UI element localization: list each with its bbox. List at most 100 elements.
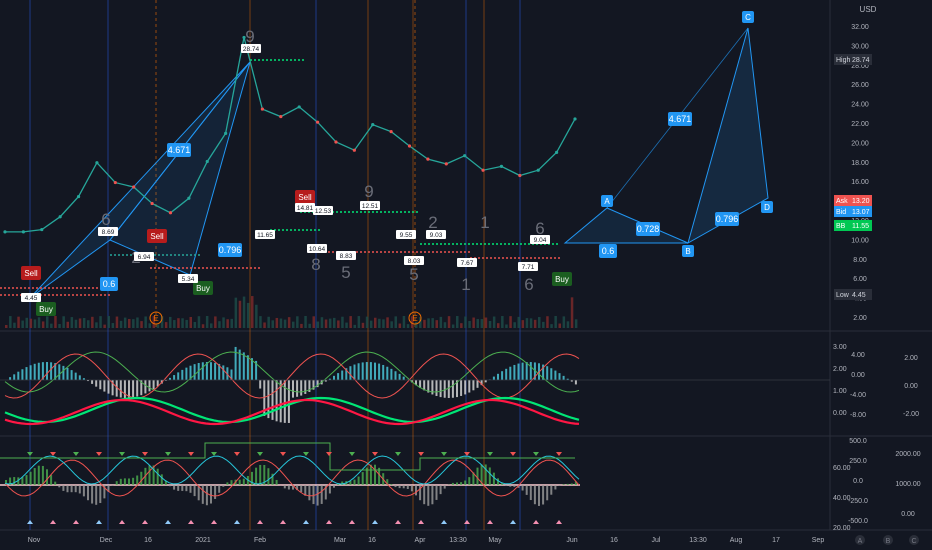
osc1-histogram-bar [33,363,36,380]
osc2-histogram-bar [25,475,28,485]
time-axis-label: Jul [652,537,661,544]
volume-bar [521,320,525,328]
osc2-histogram-bar [423,485,426,505]
osc2-histogram-bar [70,485,73,493]
volume-bar [398,323,402,328]
volume-bar [169,316,172,328]
volume-bar [66,321,69,328]
volume-bar [382,319,385,328]
osc1-axis-left-label: 4.00 [851,352,865,359]
volume-bar [107,316,110,328]
osc2-histogram-bar [123,478,126,485]
volume-bar [95,322,98,328]
volume-bar [222,317,225,328]
osc2-histogram-bar [91,485,94,504]
osc1-histogram-bar [509,366,512,380]
low-tag-value: 4.45 [852,292,866,299]
volume-bar [460,323,463,328]
price-tick-label: 24.00 [851,102,869,109]
osc1-histogram-bar [517,363,520,380]
osc2-histogram-bar [267,468,270,485]
volume-bar [374,317,377,328]
ratio-label: 0.796 [716,214,739,224]
osc2-histogram-bar [156,468,159,485]
osc1-histogram-bar [292,380,294,398]
time-axis-label: 13:30 [689,537,707,544]
osc2-histogram-bar [259,464,262,485]
volume-bar [230,318,233,328]
price-point [389,130,393,134]
osc2-histogram-bar [320,485,323,504]
osc2-histogram-bar [201,485,204,504]
osc2-histogram-bar [476,467,479,485]
osc2-histogram-bar [193,485,196,497]
volume-bar [214,316,217,328]
osc1-axis-mid-label: 1.00 [833,388,847,395]
osc1-histogram-bar [66,367,69,380]
high-tag-value: 28.74 [852,57,870,64]
osc1-histogram-bar [468,380,471,393]
osc2-histogram-bar [357,476,360,485]
volume-bar [427,318,430,328]
volume-bar [378,318,381,328]
volume-bar [480,319,484,328]
volume-bar [300,323,303,328]
ratio-label: 0.6 [602,246,615,256]
price-tick-label: 22.00 [851,121,869,128]
volume-bar [562,316,566,328]
osc1-histogram-bar [394,371,397,380]
volume-bar [341,316,344,328]
volume-bar [468,320,471,328]
volume-bar [29,318,33,328]
osc2-histogram-bar [54,481,57,485]
price-point [407,144,412,148]
osc2-histogram-bar [550,485,553,495]
osc2-histogram-bar [111,485,114,486]
osc1-histogram-bar [333,375,335,380]
osc2-axis-right-label: 1000.00 [895,481,920,488]
price-point [315,120,320,124]
osc1-histogram-bar [558,373,561,380]
osc2-histogram-bar [529,485,532,501]
price-point [463,154,467,158]
osc2-axis-mid-label: 40.00 [833,495,851,502]
volume-bar [115,316,119,328]
ask-tag-label: Ask [836,198,848,205]
volume-bar [488,320,492,328]
count-label: 9 [245,27,254,46]
osc1-histogram-bar [451,380,454,398]
osc1-axis-mid-label: 0.00 [833,410,847,417]
volume-bar [365,316,369,328]
osc1-histogram-bar [365,362,368,380]
volume-bar [87,320,90,328]
osc1-histogram-bar [574,380,577,385]
volume-bar [513,322,516,328]
price-point [499,164,504,168]
osc1-histogram-bar [505,368,508,380]
osc2-histogram-bar [214,485,217,499]
count-label: 8 [311,255,320,274]
volume-bar [546,316,549,328]
time-button-label: B [886,538,891,545]
price-mark: 12.51 [362,203,379,210]
time-axis-label: 16 [144,537,152,544]
trading-chart[interactable]: 4.671 0.796 0.6 4.671 0.728 0.796 0.6 A … [0,0,932,550]
volume-bar [54,316,57,328]
price-tick-label: 6.00 [853,276,867,283]
volume-bar [320,317,324,328]
volume-bar [144,316,147,328]
osc1-histogram-bar [21,369,24,380]
volume-bar [111,323,115,328]
osc2-histogram-bar [562,484,565,485]
osc2-histogram-bar [136,475,139,485]
time-axis-label: Dec [100,537,113,544]
price-point [371,123,375,127]
volume-bar [566,321,570,328]
price-point [260,107,265,111]
osc1-histogram-bar [74,372,77,380]
volume-bar [58,324,61,328]
volume-bar [177,318,180,328]
osc1-histogram-bar [37,362,40,380]
bid-tag-value: 13.07 [852,209,870,216]
osc2-histogram-bar [505,485,508,486]
